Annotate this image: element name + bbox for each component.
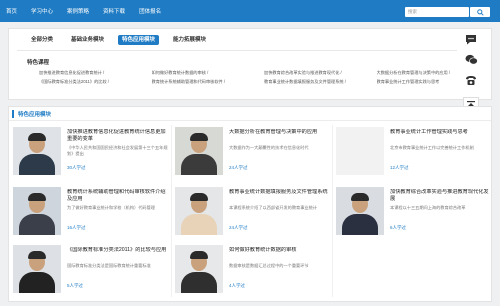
special-course-panel: 特色应用模块 加快推进教育信息化促进教育统计信息更加重要的变革 《中华人民共和国… [8,106,492,302]
divider [17,50,457,51]
panel-header: 特色应用模块 [9,107,491,121]
nav-group-signup[interactable]: 团体报名 [139,7,161,15]
course-link[interactable]: 加快推进教育信息化促进教育统计 / [39,70,152,76]
accent-bar [12,110,14,118]
panel-title: 特色应用模块 [18,112,52,118]
course-title[interactable]: 如何做好教育统计数据的审核 [229,247,331,261]
course-learner-count: 4人学过 [229,283,246,288]
course-desc: 《中华人民共和国国民经济和社会发展第十三个五年规划》提出 [67,145,168,156]
course-card[interactable]: 大数据分析在教育管理与决策中的应用 大数据作为一大颠覆性的技术在信息化时代 24… [175,127,335,185]
special-courses-title: 特色课程 [27,60,50,66]
course-learner-count: 5人学过 [67,283,84,288]
course-learner-count: 12人学过 [390,165,409,170]
course-learner-count: 30人学过 [67,165,86,170]
course-learner-count: 6人学过 [390,225,407,230]
course-thumbnail [13,187,61,235]
course-learner-count: 24人学过 [229,225,248,230]
course-title[interactable]: 大数据分析在教育管理与决策中的应用 [229,129,331,143]
main-nav: 首页 学习中心 案例策略 资料下载 团体报名 [6,0,175,22]
course-desc: 大数据作为一大颠覆性的技术在信息化时代 [229,145,309,150]
course-title[interactable]: 教育事业统计数据填报服务及文件管理系统 [229,189,331,203]
course-card[interactable]: 教育事业统计工作管理实践与思考 北京市教育事业统计工作以完善统计工作机制 12人… [336,127,496,185]
course-desc: 为了做好教育事业统计和学校（机构）代码管理 [67,205,155,210]
course-link[interactable]: 《国际教育标准分类法2011》的比较 / [39,79,152,85]
course-desc: 国际教育标准分类法是国际教育统计重要标准 [67,263,151,268]
course-title[interactable]: 加快推进教育信息化促进教育统计信息更加重要的变革 [67,129,169,143]
course-card[interactable]: 如何做好教育统计数据的审核 数据审核是数据汇总过程中的一个重要环节 4人学过 [175,245,335,303]
course-desc: 北京市教育事业统计工作以完善统计工作机制 [390,145,474,150]
course-learner-count: 16人学过 [67,225,86,230]
tab-basic[interactable]: 基础业务模块 [67,35,108,45]
phone-icon[interactable] [464,73,478,87]
course-learner-count: 24人学过 [229,165,248,170]
course-thumbnail [336,187,384,235]
course-card[interactable]: 《国际教育标准分类法2011》的比较与应用 国际教育标准分类法是国际教育统计重要… [13,245,173,303]
course-thumbnail [336,127,384,175]
tab-expansion[interactable]: 能力拓展模块 [169,35,210,45]
course-thumbnail [175,187,223,235]
course-desc: 数据审核是数据汇总过程中的一个重要环节 [229,263,309,268]
wechat-icon[interactable] [464,52,478,66]
course-title[interactable]: 加快教育综合改革实验与推进教育现代化发展 [390,189,492,203]
nav-downloads[interactable]: 资料下载 [103,7,125,15]
search-button[interactable] [470,7,490,17]
nav-home[interactable]: 首页 [6,7,17,15]
course-card[interactable]: 加快推进教育信息化促进教育统计信息更加重要的变革 《中华人民共和国国民经济和社会… [13,127,173,185]
course-desc: 本课程系统介绍了以西部省开发的教育事业统计 [229,205,317,210]
course-card[interactable]: 教育统计系统辅助管理和代码审核软件介绍及应用 为了做好教育事业统计和学校（机构）… [13,187,173,245]
nav-learning-center[interactable]: 学习中心 [31,7,53,15]
course-link[interactable]: 如何做好教育统计数据的审核 / [152,70,265,76]
category-tabs: 全部分类 基础业务模块 特色应用模块 能力拓展模块 [27,35,220,45]
course-desc: 本课程以十三五期间上海的教育综合改革 [390,205,466,210]
course-card[interactable]: 教育事业统计数据填报服务及文件管理系统 本课程系统介绍了以西部省开发的教育事业统… [175,187,335,245]
course-title[interactable]: 教育事业统计工作管理实践与思考 [390,129,492,143]
course-title[interactable]: 《国际教育标准分类法2011》的比较与应用 [67,247,169,261]
course-thumbnail [13,127,61,175]
top-navbar: 首页 学习中心 案例策略 资料下载 团体报名 搜索 [0,0,500,22]
chat-icon[interactable] [464,32,478,46]
course-thumbnail [175,245,223,293]
course-title[interactable]: 教育统计系统辅助管理和代码审核软件介绍及应用 [67,189,169,203]
tab-special[interactable]: 特色应用模块 [118,35,160,45]
course-link-list: 加快推进教育信息化促进教育统计 / 如何做好教育统计数据的审核 / 加快教育综合… [39,70,489,85]
course-link[interactable]: 教育事业统计数据填报服务及文件管理系统 / [264,79,377,85]
course-thumbnail [13,245,61,293]
course-link[interactable]: 教育统计系统辅助管理和代码审核软件 / [152,79,265,85]
course-card[interactable]: 加快教育综合改革实验与推进教育现代化发展 本课程以十三五期间上海的教育综合改革 … [336,187,496,245]
course-thumbnail [175,127,223,175]
search-input[interactable]: 搜索 [405,7,469,17]
category-filter-panel: 全部分类 基础业务模块 特色应用模块 能力拓展模块 特色课程 加快推进教育信息化… [8,28,492,100]
search-icon [476,8,484,16]
nav-cases[interactable]: 案例策略 [67,7,89,15]
course-link[interactable]: 加快教育综合改革实验与推进教育现代化 / [264,70,377,76]
tab-all[interactable]: 全部分类 [27,35,57,45]
